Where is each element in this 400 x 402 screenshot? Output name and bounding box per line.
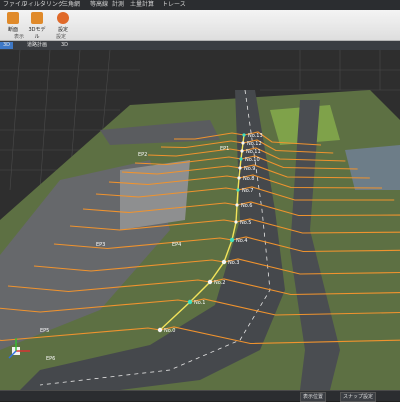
station-label: No.8 <box>243 176 254 182</box>
station-point[interactable] <box>207 279 213 285</box>
scene-canvas[interactable]: No.13 No.12 No.11 No.10 No.9 No.8 No.7 No.6 No.5… <box>0 50 400 390</box>
menu-trace[interactable]: トレース <box>162 0 186 10</box>
station-label: No.6 <box>241 203 252 209</box>
station-point[interactable] <box>241 141 245 145</box>
station-point[interactable] <box>221 259 227 265</box>
station-label: No.13 <box>248 133 263 139</box>
station-point[interactable] <box>234 220 238 224</box>
application-window: ファイル フィルタリング 三角網 等高線 計測 土量計算 トレース 断面 3Dモ… <box>0 0 400 402</box>
menu-filtering[interactable]: フィルタリング <box>22 0 64 10</box>
station-label: No.0 <box>164 328 175 334</box>
3d-model-button[interactable]: 3Dモデル <box>26 11 48 40</box>
station-label: No.1 <box>194 300 205 306</box>
section-icon <box>7 12 19 24</box>
3d-model-button-label: 3Dモデル <box>28 27 46 40</box>
menu-triangulation[interactable]: 三角網 <box>62 0 80 10</box>
tab-road-plan[interactable]: 道路計画 <box>24 42 50 49</box>
station-label: No.12 <box>247 141 262 147</box>
station-label: No.11 <box>246 149 261 155</box>
settings-button-label: 設定 <box>57 27 68 33</box>
ribbon-toolbar: 断面 3Dモデル 設定 表示 設定 <box>0 10 400 41</box>
station-label: No.3 <box>228 260 239 266</box>
station-label: No.5 <box>240 220 251 226</box>
station-label: No.4 <box>236 238 247 244</box>
station-label: No.2 <box>214 280 225 286</box>
section-button-label: 断面 <box>7 27 18 33</box>
station-point[interactable] <box>239 157 243 161</box>
station-point[interactable] <box>240 149 244 153</box>
station-label: No.10 <box>245 157 260 163</box>
side-label: EP5 <box>40 328 49 334</box>
display-position-button[interactable]: 表示位置 <box>300 392 327 402</box>
station-point[interactable] <box>229 237 235 243</box>
station-point[interactable] <box>157 327 163 333</box>
gear-icon <box>57 12 69 24</box>
group-label-view: 表示 <box>14 34 25 40</box>
menu-contour[interactable]: 等高線 <box>90 0 108 10</box>
menu-measure[interactable]: 計測 <box>112 0 124 10</box>
station-point[interactable] <box>242 133 246 137</box>
side-label: EP2 <box>138 152 147 158</box>
side-label: EP4 <box>172 242 181 248</box>
side-label: EP3 <box>96 242 105 248</box>
group-label-settings: 設定 <box>56 34 67 40</box>
station-point[interactable] <box>235 203 239 207</box>
tab-3d[interactable]: 3D <box>0 42 14 49</box>
3d-model-icon <box>31 12 43 24</box>
side-label: EP1 <box>220 146 229 152</box>
menu-bar: ファイル フィルタリング 三角網 等高線 計測 土量計算 トレース <box>0 0 400 10</box>
tab-3d-secondary[interactable]: 3D <box>58 42 71 49</box>
station-point[interactable] <box>237 176 241 180</box>
side-label: EP6 <box>46 356 55 362</box>
snap-settings-button[interactable]: スナップ設定 <box>340 392 377 402</box>
station-label: No.7 <box>242 188 253 194</box>
station-point[interactable] <box>238 166 242 170</box>
station-point[interactable] <box>236 188 240 192</box>
station-label: No.9 <box>244 166 255 172</box>
3d-viewport[interactable]: No.13 No.12 No.11 No.10 No.9 No.8 No.7 No.6 No.5… <box>0 50 400 390</box>
menu-volume[interactable]: 土量計算 <box>130 0 154 10</box>
status-bar: 表示位置 スナップ設定 <box>0 390 400 402</box>
station-point[interactable] <box>187 299 193 305</box>
